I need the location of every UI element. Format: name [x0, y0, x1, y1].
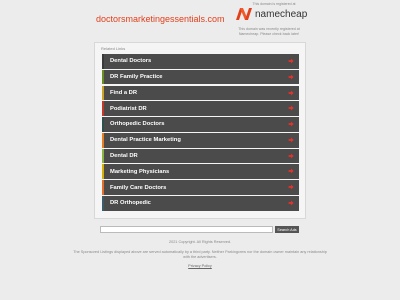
related-link-item[interactable]: Podiatrist DR	[102, 101, 299, 116]
related-link-item[interactable]: DR Family Practice	[102, 69, 299, 85]
privacy-policy-link[interactable]: Privacy Policy	[0, 264, 400, 268]
search-bar: Search Ads	[100, 226, 299, 233]
arrow-right-icon	[288, 58, 294, 64]
registrar-description: This domain was recently registered at N…	[238, 27, 300, 36]
related-link-item[interactable]: Find a DR	[102, 85, 299, 101]
arrow-right-icon	[288, 200, 294, 206]
arrow-right-icon	[288, 184, 294, 190]
related-link-label: Dental Practice Marketing	[110, 137, 181, 144]
registrar-note: This domain is registered at	[252, 2, 296, 6]
related-link-label: DR Family Practice	[110, 74, 163, 81]
arrow-right-icon	[288, 153, 294, 159]
registrar-name: namecheap	[255, 8, 308, 20]
search-input[interactable]	[100, 226, 273, 233]
related-link-label: Find a DR	[110, 89, 138, 96]
related-link-item[interactable]: Dental DR	[102, 148, 299, 164]
namecheap-logo-icon	[236, 8, 252, 20]
search-button[interactable]: Search Ads	[275, 226, 299, 233]
related-link-label: DR Orthopedic	[110, 200, 151, 207]
related-links-list: Dental Doctors DR Family Practice Find a D…	[102, 54, 299, 212]
arrow-right-icon	[288, 137, 294, 143]
related-link-label: Orthopedic Doctors	[110, 121, 165, 128]
copyright: 2021 Copyright. All Rights Reserved.	[168, 240, 232, 244]
related-link-label: Marketing Physicians	[110, 168, 170, 175]
namecheap-logo[interactable]: namecheap	[236, 8, 307, 20]
related-link-item[interactable]: Marketing Physicians	[102, 164, 299, 180]
related-link-label: Podiatrist DR	[110, 105, 147, 112]
related-link-item[interactable]: Dental Practice Marketing	[102, 132, 299, 148]
panel-title: Related Links	[101, 46, 126, 51]
related-links-panel: Related Links Dental Doctors DR Family Pr…	[94, 42, 306, 219]
disclaimer: The Sponsored Listings displayed above a…	[73, 250, 327, 259]
arrow-right-icon	[288, 169, 294, 174]
arrow-right-icon	[288, 105, 294, 111]
site-domain: doctorsmarketingessentials.com	[96, 14, 225, 24]
related-link-item[interactable]: Dental Doctors	[102, 54, 299, 69]
related-link-label: Family Care Doctors	[110, 184, 167, 191]
related-link-item[interactable]: DR Orthopedic	[102, 196, 299, 211]
related-link-item[interactable]: Family Care Doctors	[102, 180, 299, 195]
related-link-item[interactable]: Orthopedic Doctors	[102, 117, 299, 132]
related-link-label: Dental Doctors	[110, 58, 152, 65]
related-link-label: Dental DR	[110, 152, 138, 159]
arrow-right-icon	[288, 121, 294, 127]
arrow-right-icon	[288, 90, 294, 95]
arrow-right-icon	[288, 74, 294, 80]
